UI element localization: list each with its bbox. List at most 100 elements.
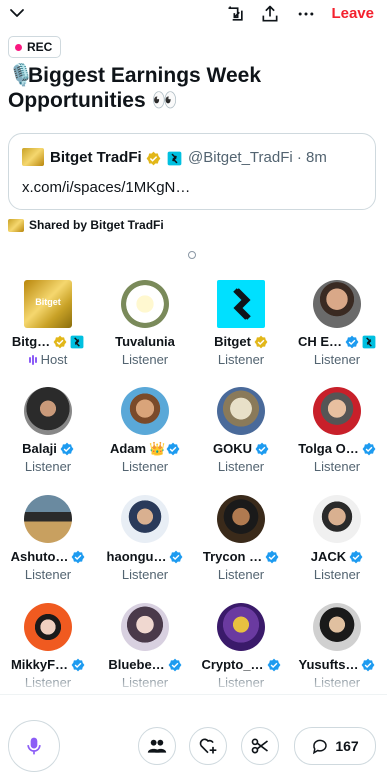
bottom-bar: 167 bbox=[0, 694, 387, 782]
top-bar: Leave bbox=[0, 0, 387, 30]
participant[interactable]: Adam 👑 Listener bbox=[97, 387, 193, 474]
bitget-tradfi-logo bbox=[22, 148, 44, 166]
avatar-smiling-man[interactable] bbox=[313, 495, 361, 543]
participant-name: GOKU bbox=[213, 441, 252, 456]
avatar-bearded-man[interactable] bbox=[121, 387, 169, 435]
gold-check-icon bbox=[53, 335, 67, 348]
comments-button[interactable]: 167 bbox=[294, 727, 376, 765]
comments-count: 167 bbox=[335, 738, 359, 754]
participant-name-row: haongu… bbox=[97, 549, 193, 564]
participant-name-row: Yusufts… bbox=[289, 657, 385, 672]
share-icon[interactable] bbox=[260, 4, 280, 24]
avatar-man-cap-glasses[interactable] bbox=[313, 603, 361, 651]
people-icon bbox=[147, 739, 167, 753]
participant-name-row: CH E… bbox=[289, 334, 385, 349]
participant-name: Bluebe… bbox=[108, 657, 165, 672]
participant[interactable]: Tuvalunia Listener bbox=[97, 280, 193, 367]
shared-by: Shared by Bitget TradFi bbox=[8, 218, 164, 232]
participant-role: Listener bbox=[217, 459, 265, 474]
blue-check-icon bbox=[265, 550, 279, 563]
participant-role: Host bbox=[40, 352, 68, 367]
participant-name: Crypto_… bbox=[201, 657, 264, 672]
minimize-icon[interactable] bbox=[226, 4, 246, 24]
blue-check-icon bbox=[345, 335, 359, 348]
tweet-handle: @Bitget_TradFi · 8m bbox=[188, 149, 327, 166]
participant-role: Listener bbox=[313, 567, 361, 582]
bitget-badge-icon bbox=[167, 151, 182, 166]
participant-role: Listener bbox=[121, 567, 169, 582]
bitget-wordmark: Bitget bbox=[35, 297, 61, 307]
participant[interactable]: CH E… Listener bbox=[289, 280, 385, 367]
avatar-crypto-glasses[interactable] bbox=[217, 603, 265, 651]
gold-check-icon bbox=[146, 151, 161, 166]
participant[interactable]: Trycon … Listener bbox=[193, 495, 289, 582]
microphone-button[interactable] bbox=[8, 720, 60, 772]
avatar-frangipani-flower[interactable] bbox=[121, 280, 169, 328]
blue-check-icon bbox=[166, 442, 180, 455]
participant-role: Listener bbox=[24, 567, 72, 582]
bitget-tradfi-mini-logo bbox=[8, 218, 24, 232]
bitget-badge-icon bbox=[70, 335, 84, 348]
scroll-fade bbox=[0, 672, 387, 694]
clip-button[interactable] bbox=[241, 727, 279, 765]
blue-check-icon bbox=[168, 658, 182, 671]
avatar-man-suit-blue[interactable] bbox=[121, 495, 169, 543]
space-title: 🎙️Biggest Earnings Week Opportunities 👀 bbox=[8, 63, 378, 113]
blue-check-icon bbox=[170, 550, 183, 563]
participant[interactable]: Ashuto… Listener bbox=[0, 495, 96, 582]
avatar-man-portrait[interactable] bbox=[313, 280, 361, 328]
shared-tweet-card[interactable]: Bitget TradFi @Bitget_TradFi · 8m x.com/… bbox=[8, 133, 376, 210]
bitget-logo-mark bbox=[233, 288, 251, 320]
participant[interactable]: Bitget Listener bbox=[193, 280, 289, 367]
participant-role-row: Listener bbox=[97, 459, 193, 474]
avatar-anime-red-hair[interactable] bbox=[24, 603, 72, 651]
participant-name: Balaji bbox=[22, 441, 57, 456]
avatar-bitget-logo[interactable] bbox=[217, 280, 265, 328]
avatar-man-red-background[interactable] bbox=[313, 387, 361, 435]
blue-check-icon bbox=[362, 658, 375, 671]
tweet-author-name: Bitget TradFi bbox=[50, 149, 142, 166]
more-icon[interactable] bbox=[296, 4, 316, 24]
crown-emoji-icon: 👑 bbox=[149, 440, 166, 456]
avatar-anime-character[interactable] bbox=[217, 387, 265, 435]
participant[interactable]: GOKU Listener bbox=[193, 387, 289, 474]
tweet-link[interactable]: x.com/i/spaces/1MKgN… bbox=[22, 179, 190, 196]
avatar-bitget-tradfi-logo[interactable]: Bitget bbox=[24, 280, 72, 328]
participant-role-row: Listener bbox=[97, 567, 193, 582]
scissors-icon bbox=[251, 738, 269, 754]
blue-check-icon bbox=[71, 550, 85, 563]
participant-name-row: Crypto_… bbox=[193, 657, 289, 672]
eyes-emoji-icon: 👀 bbox=[151, 89, 178, 112]
avatar-man-dark-portrait[interactable] bbox=[217, 495, 265, 543]
participant-role-row: Listener bbox=[289, 352, 385, 367]
participant-name: Trycon … bbox=[202, 549, 263, 564]
participant-name-row: Tolga O… bbox=[289, 441, 385, 456]
participant-name-row: Trycon … bbox=[193, 549, 289, 564]
participant[interactable]: Balaji Listener bbox=[0, 387, 96, 474]
avatar-hooded-man[interactable] bbox=[24, 387, 72, 435]
avatar-anime-girl[interactable] bbox=[121, 603, 169, 651]
participant[interactable]: Tolga O… Listener bbox=[289, 387, 385, 474]
rec-label: REC bbox=[27, 40, 53, 54]
participant[interactable]: haongu… Listener bbox=[97, 495, 193, 582]
participants-button[interactable] bbox=[138, 727, 176, 765]
participant-name: haongu… bbox=[106, 549, 167, 564]
chevron-down-icon[interactable] bbox=[8, 4, 26, 22]
participant-name: Bitget bbox=[214, 334, 251, 349]
leave-button[interactable]: Leave bbox=[331, 5, 374, 22]
participant[interactable]: Bitget Bitg… Host bbox=[0, 280, 96, 367]
blue-check-icon bbox=[267, 658, 280, 671]
participant-role: Listener bbox=[121, 459, 169, 474]
participant-name: Tuvalunia bbox=[115, 334, 175, 349]
reaction-button[interactable] bbox=[189, 727, 227, 765]
microphone-icon bbox=[27, 737, 41, 755]
participant-name: Tolga O… bbox=[298, 441, 359, 456]
recording-dot-icon bbox=[15, 43, 22, 51]
avatar-pixel-punk[interactable] bbox=[24, 495, 72, 543]
participant-role: Listener bbox=[217, 567, 265, 582]
participant-name-row: Balaji bbox=[0, 441, 96, 456]
participant-name-row: GOKU bbox=[193, 441, 289, 456]
blue-check-icon bbox=[349, 550, 363, 563]
participant[interactable]: JACK Listener bbox=[289, 495, 385, 582]
participant-role: Listener bbox=[121, 352, 169, 367]
